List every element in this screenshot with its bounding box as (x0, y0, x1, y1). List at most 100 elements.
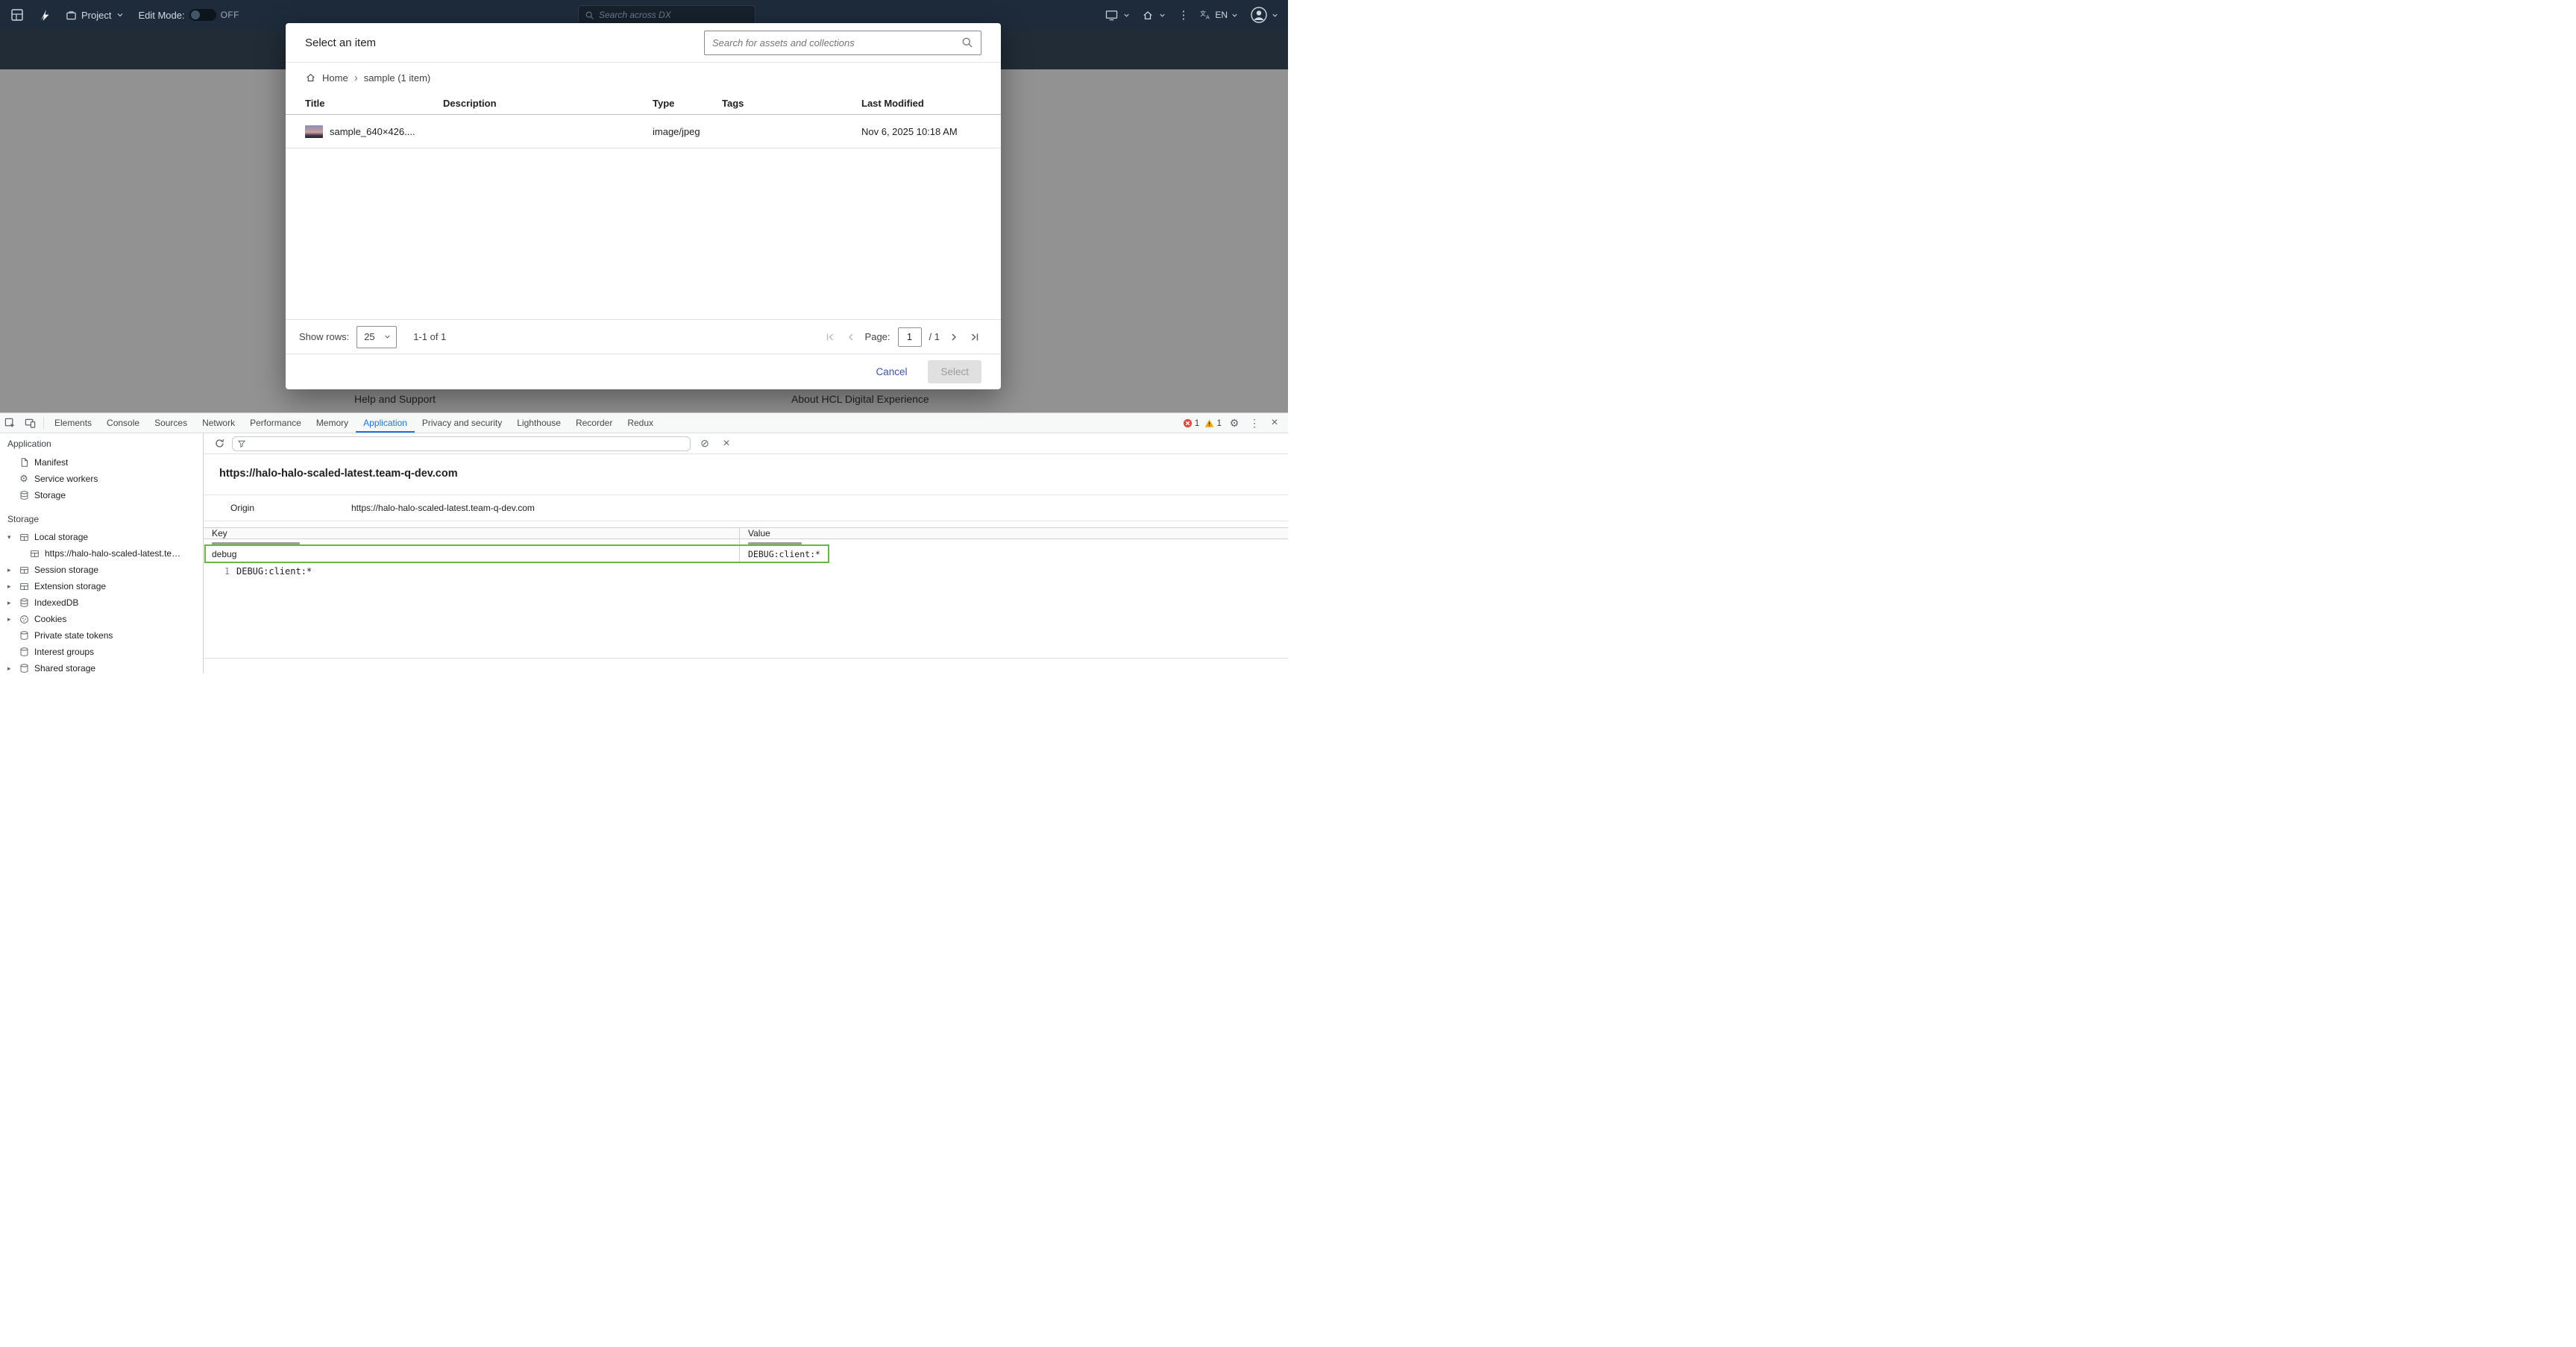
language-selector[interactable]: 文A EN (1200, 10, 1239, 20)
chevron-down-icon (1231, 11, 1239, 19)
tab-memory[interactable]: Memory (309, 413, 356, 433)
tab-sources[interactable]: Sources (147, 413, 195, 433)
sidebar-item-label: IndexedDB (34, 597, 78, 608)
table-icon (18, 533, 30, 542)
expand-arrow-icon[interactable]: ▸ (7, 665, 18, 673)
storage-key: debug (204, 544, 740, 563)
global-search[interactable] (578, 5, 755, 25)
language-code: EN (1215, 10, 1228, 20)
devtools-main-panel: ⊘ × https://halo-halo-scaled-latest.team… (204, 433, 1288, 674)
edit-mode-toggle[interactable] (189, 9, 216, 21)
clear-all-icon[interactable]: ⊘ (697, 437, 712, 450)
sidebar-item-storage[interactable]: Storage (0, 487, 203, 503)
kebab-menu-icon[interactable]: ⋮ (1178, 10, 1189, 21)
select-button[interactable]: Select (928, 360, 981, 383)
expand-arrow-icon[interactable]: ▸ (7, 583, 18, 591)
settings-gear-icon[interactable]: ⚙ (1227, 417, 1242, 430)
sidebar-item-manifest[interactable]: Manifest (0, 454, 203, 471)
sidebar-item-extension-storage[interactable]: ▸ Extension storage (0, 578, 203, 594)
inspect-element-icon[interactable] (0, 413, 20, 433)
storage-row-debug[interactable]: debug DEBUG:client:* (204, 544, 1288, 563)
tab-performance[interactable]: Performance (242, 413, 309, 433)
first-page-button[interactable] (823, 330, 837, 344)
breadcrumb-home[interactable]: Home (322, 72, 348, 84)
site-menu[interactable] (1142, 10, 1166, 21)
sidebar-item-local-storage-origin[interactable]: https://halo-halo-scaled-latest.te… (0, 545, 203, 562)
asset-type: image/jpeg (653, 126, 722, 137)
screen: Project Edit Mode: OFF (0, 0, 1288, 674)
col-description: Description (443, 98, 653, 109)
storage-filter-input[interactable] (250, 439, 685, 449)
table-icon (28, 549, 40, 559)
storage-filter[interactable] (232, 436, 691, 451)
page-number-input[interactable] (898, 327, 922, 347)
sidebar-item-label: Interest groups (34, 647, 94, 657)
sidebar-item-local-storage[interactable]: ▾ Local storage (0, 529, 203, 545)
database-icon (18, 647, 30, 657)
tab-console[interactable]: Console (99, 413, 147, 433)
storage-section-header: Storage (0, 503, 203, 529)
cookie-icon (18, 615, 30, 624)
tab-application[interactable]: Application (356, 413, 415, 433)
rows-per-page-select[interactable]: 25 (356, 326, 397, 348)
local-storage-view: https://halo-halo-scaled-latest.team-q-d… (204, 454, 1288, 674)
sidebar-item-service-workers[interactable]: ⚙ Service workers (0, 471, 203, 487)
apps-grid-icon[interactable] (10, 8, 24, 22)
home-icon (305, 72, 316, 83)
sidebar-item-shared-storage[interactable]: ▸ Shared storage (0, 660, 203, 674)
asset-search[interactable] (704, 31, 981, 55)
col-title: Title (305, 98, 443, 109)
tab-recorder[interactable]: Recorder (568, 413, 620, 433)
global-search-input[interactable] (599, 10, 749, 20)
avatar-icon (1250, 6, 1268, 24)
project-selector[interactable]: Project (66, 10, 125, 21)
tab-redux[interactable]: Redux (620, 413, 661, 433)
expand-arrow-icon[interactable]: ▾ (7, 533, 18, 541)
kv-col-key: Key (204, 528, 740, 539)
expand-arrow-icon[interactable]: ▸ (7, 599, 18, 607)
sidebar-item-indexeddb[interactable]: ▸ IndexedDB (0, 594, 203, 611)
expand-arrow-icon[interactable]: ▸ (7, 615, 18, 624)
prev-page-button[interactable] (844, 330, 858, 344)
divider (204, 658, 1288, 659)
sidebar-item-label: Extension storage (34, 581, 106, 591)
next-page-button[interactable] (947, 330, 961, 344)
delete-selected-icon[interactable]: × (719, 437, 734, 450)
cancel-button[interactable]: Cancel (876, 366, 907, 377)
clipped-row[interactable] (204, 539, 1288, 544)
table-row[interactable]: sample_640×426.... image/jpeg Nov 6, 202… (286, 115, 1001, 148)
tab-privacy-security[interactable]: Privacy and security (415, 413, 509, 433)
close-devtools-icon[interactable]: × (1267, 416, 1282, 430)
console-errors[interactable]: 1 (1183, 418, 1200, 428)
tab-network[interactable]: Network (195, 413, 242, 433)
row-range-label: 1-1 of 1 (413, 331, 446, 342)
preview-device-menu[interactable] (1105, 10, 1131, 21)
col-last-modified: Last Modified (861, 98, 981, 109)
issues-badge[interactable]: 1 (1204, 418, 1222, 428)
page-label: Page: (865, 331, 890, 342)
device-toolbar-icon[interactable] (20, 413, 40, 433)
sidebar-item-label: Local storage (34, 532, 88, 542)
sidebar-item-interest-groups[interactable]: Interest groups (0, 644, 203, 660)
user-menu[interactable] (1250, 6, 1279, 24)
asset-search-input[interactable] (712, 37, 955, 48)
chevron-down-icon (116, 10, 125, 19)
tab-lighthouse[interactable]: Lighthouse (509, 413, 568, 433)
key-value-table: Key Value debug DEBUG:client:* (204, 527, 1288, 563)
database-icon (18, 663, 30, 674)
rows-per-page-value: 25 (364, 331, 374, 342)
sidebar-item-cookies[interactable]: ▸ Cookies (0, 611, 203, 627)
search-icon (961, 37, 973, 48)
svg-text:文: 文 (1200, 10, 1206, 17)
select-item-dialog: Select an item Home › sample (1 item) Ti… (286, 23, 1001, 389)
kebab-menu-icon[interactable]: ⋮ (1247, 417, 1262, 430)
tab-elements[interactable]: Elements (47, 413, 99, 433)
sidebar-item-private-state-tokens[interactable]: Private state tokens (0, 627, 203, 644)
application-section-header: Application (0, 433, 203, 454)
sidebar-item-session-storage[interactable]: ▸ Session storage (0, 562, 203, 578)
refresh-icon[interactable] (214, 438, 225, 449)
expand-arrow-icon[interactable]: ▸ (7, 566, 18, 574)
project-icon (66, 10, 77, 21)
table-empty-area (286, 148, 1001, 319)
last-page-button[interactable] (968, 330, 981, 344)
